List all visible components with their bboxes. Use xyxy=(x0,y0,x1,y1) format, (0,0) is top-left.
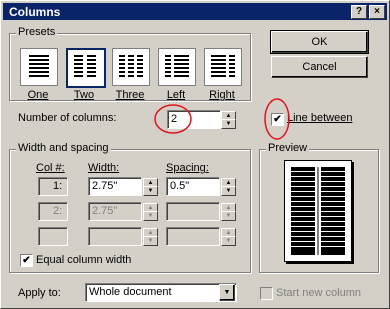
preset-two-label: Two xyxy=(73,89,95,101)
one-column-icon xyxy=(29,55,49,77)
spin-down-icon[interactable]: ▼ xyxy=(221,186,236,196)
col-number-2: 2: xyxy=(38,202,68,221)
red-circle-annotation-2 xyxy=(264,98,290,140)
width-input-3 xyxy=(88,227,142,246)
width-spinner-1[interactable]: ▲ ▼ xyxy=(143,178,158,196)
line-between-label: Line between xyxy=(287,112,353,124)
preset-two-button[interactable] xyxy=(66,48,106,88)
equal-column-width-label: Equal column width xyxy=(36,254,132,266)
spacing-input-3 xyxy=(166,227,220,246)
preview-label: Preview xyxy=(266,142,310,154)
col-number-3 xyxy=(38,227,68,246)
spin-down-icon: ▼ xyxy=(143,236,158,246)
spin-down-icon[interactable]: ▼ xyxy=(143,186,158,196)
width-input-2: 2.75" xyxy=(88,202,142,221)
title-bar: Columns ? × xyxy=(3,3,387,20)
preset-right-button[interactable] xyxy=(204,48,242,86)
presets-label: Presets xyxy=(16,26,58,38)
width-spinner-2: ▲ ▼ xyxy=(143,203,158,221)
width-header: Width: xyxy=(88,162,120,174)
three-columns-icon xyxy=(119,55,143,77)
equal-column-width-checkbox[interactable]: ✔ xyxy=(20,254,33,267)
cancel-button[interactable]: Cancel xyxy=(271,56,368,78)
preset-three-button[interactable] xyxy=(112,48,150,86)
spacing-spinner-1[interactable]: ▲ ▼ xyxy=(221,178,236,196)
col-number-1: 1: xyxy=(38,177,68,196)
columns-dialog: Columns ? × Presets One Two Three Left R… xyxy=(0,0,390,309)
width-spacing-group: Width and spacing Col #: Width: Spacing:… xyxy=(9,142,251,273)
spacing-input-2 xyxy=(166,202,220,221)
window-title: Columns xyxy=(9,5,61,19)
right-column-icon xyxy=(211,55,235,77)
preset-one-label: One xyxy=(27,89,49,101)
spacing-input-1[interactable]: 0.5" xyxy=(166,177,220,196)
spin-down-icon: ▼ xyxy=(143,211,158,221)
number-of-columns-spinner[interactable]: ▲ ▼ xyxy=(221,111,236,129)
start-new-column-checkbox xyxy=(260,287,273,300)
apply-to-select[interactable]: Whole document ▼ xyxy=(85,283,237,302)
width-spacing-label: Width and spacing xyxy=(16,142,111,154)
close-button[interactable]: × xyxy=(369,5,385,19)
preset-left-button[interactable] xyxy=(158,48,196,86)
ok-button[interactable]: OK xyxy=(270,30,369,54)
start-new-column-label: Start new column xyxy=(276,287,361,299)
apply-to-value: Whole document xyxy=(89,286,172,298)
red-circle-annotation xyxy=(154,104,192,134)
preview-columns-graphic xyxy=(291,167,345,255)
spacing-header: Spacing: xyxy=(166,162,209,174)
left-column-icon xyxy=(165,55,189,77)
preset-right-label: Right xyxy=(209,89,235,101)
presets-group: Presets One Two Three Left Right xyxy=(9,26,251,101)
number-of-columns-label: Number of columns: xyxy=(18,112,117,124)
preview-group: Preview xyxy=(259,142,379,273)
spin-down-icon: ▼ xyxy=(221,236,236,246)
spin-down-icon[interactable]: ▼ xyxy=(221,119,236,129)
spacing-spinner-2: ▲ ▼ xyxy=(221,203,236,221)
preset-one-button[interactable] xyxy=(20,48,58,86)
spin-down-icon: ▼ xyxy=(221,211,236,221)
help-button[interactable]: ? xyxy=(351,5,367,19)
col-header: Col #: xyxy=(36,162,65,174)
two-columns-icon xyxy=(74,55,96,77)
preset-left-label: Left xyxy=(166,89,186,101)
width-input-1[interactable]: 2.75" xyxy=(88,177,142,196)
chevron-down-icon[interactable]: ▼ xyxy=(219,284,235,301)
width-spinner-3: ▲ ▼ xyxy=(143,228,158,246)
preset-three-label: Three xyxy=(115,89,145,101)
apply-to-label: Apply to: xyxy=(18,287,61,299)
spacing-spinner-3: ▲ ▼ xyxy=(221,228,236,246)
preview-page xyxy=(284,160,352,262)
